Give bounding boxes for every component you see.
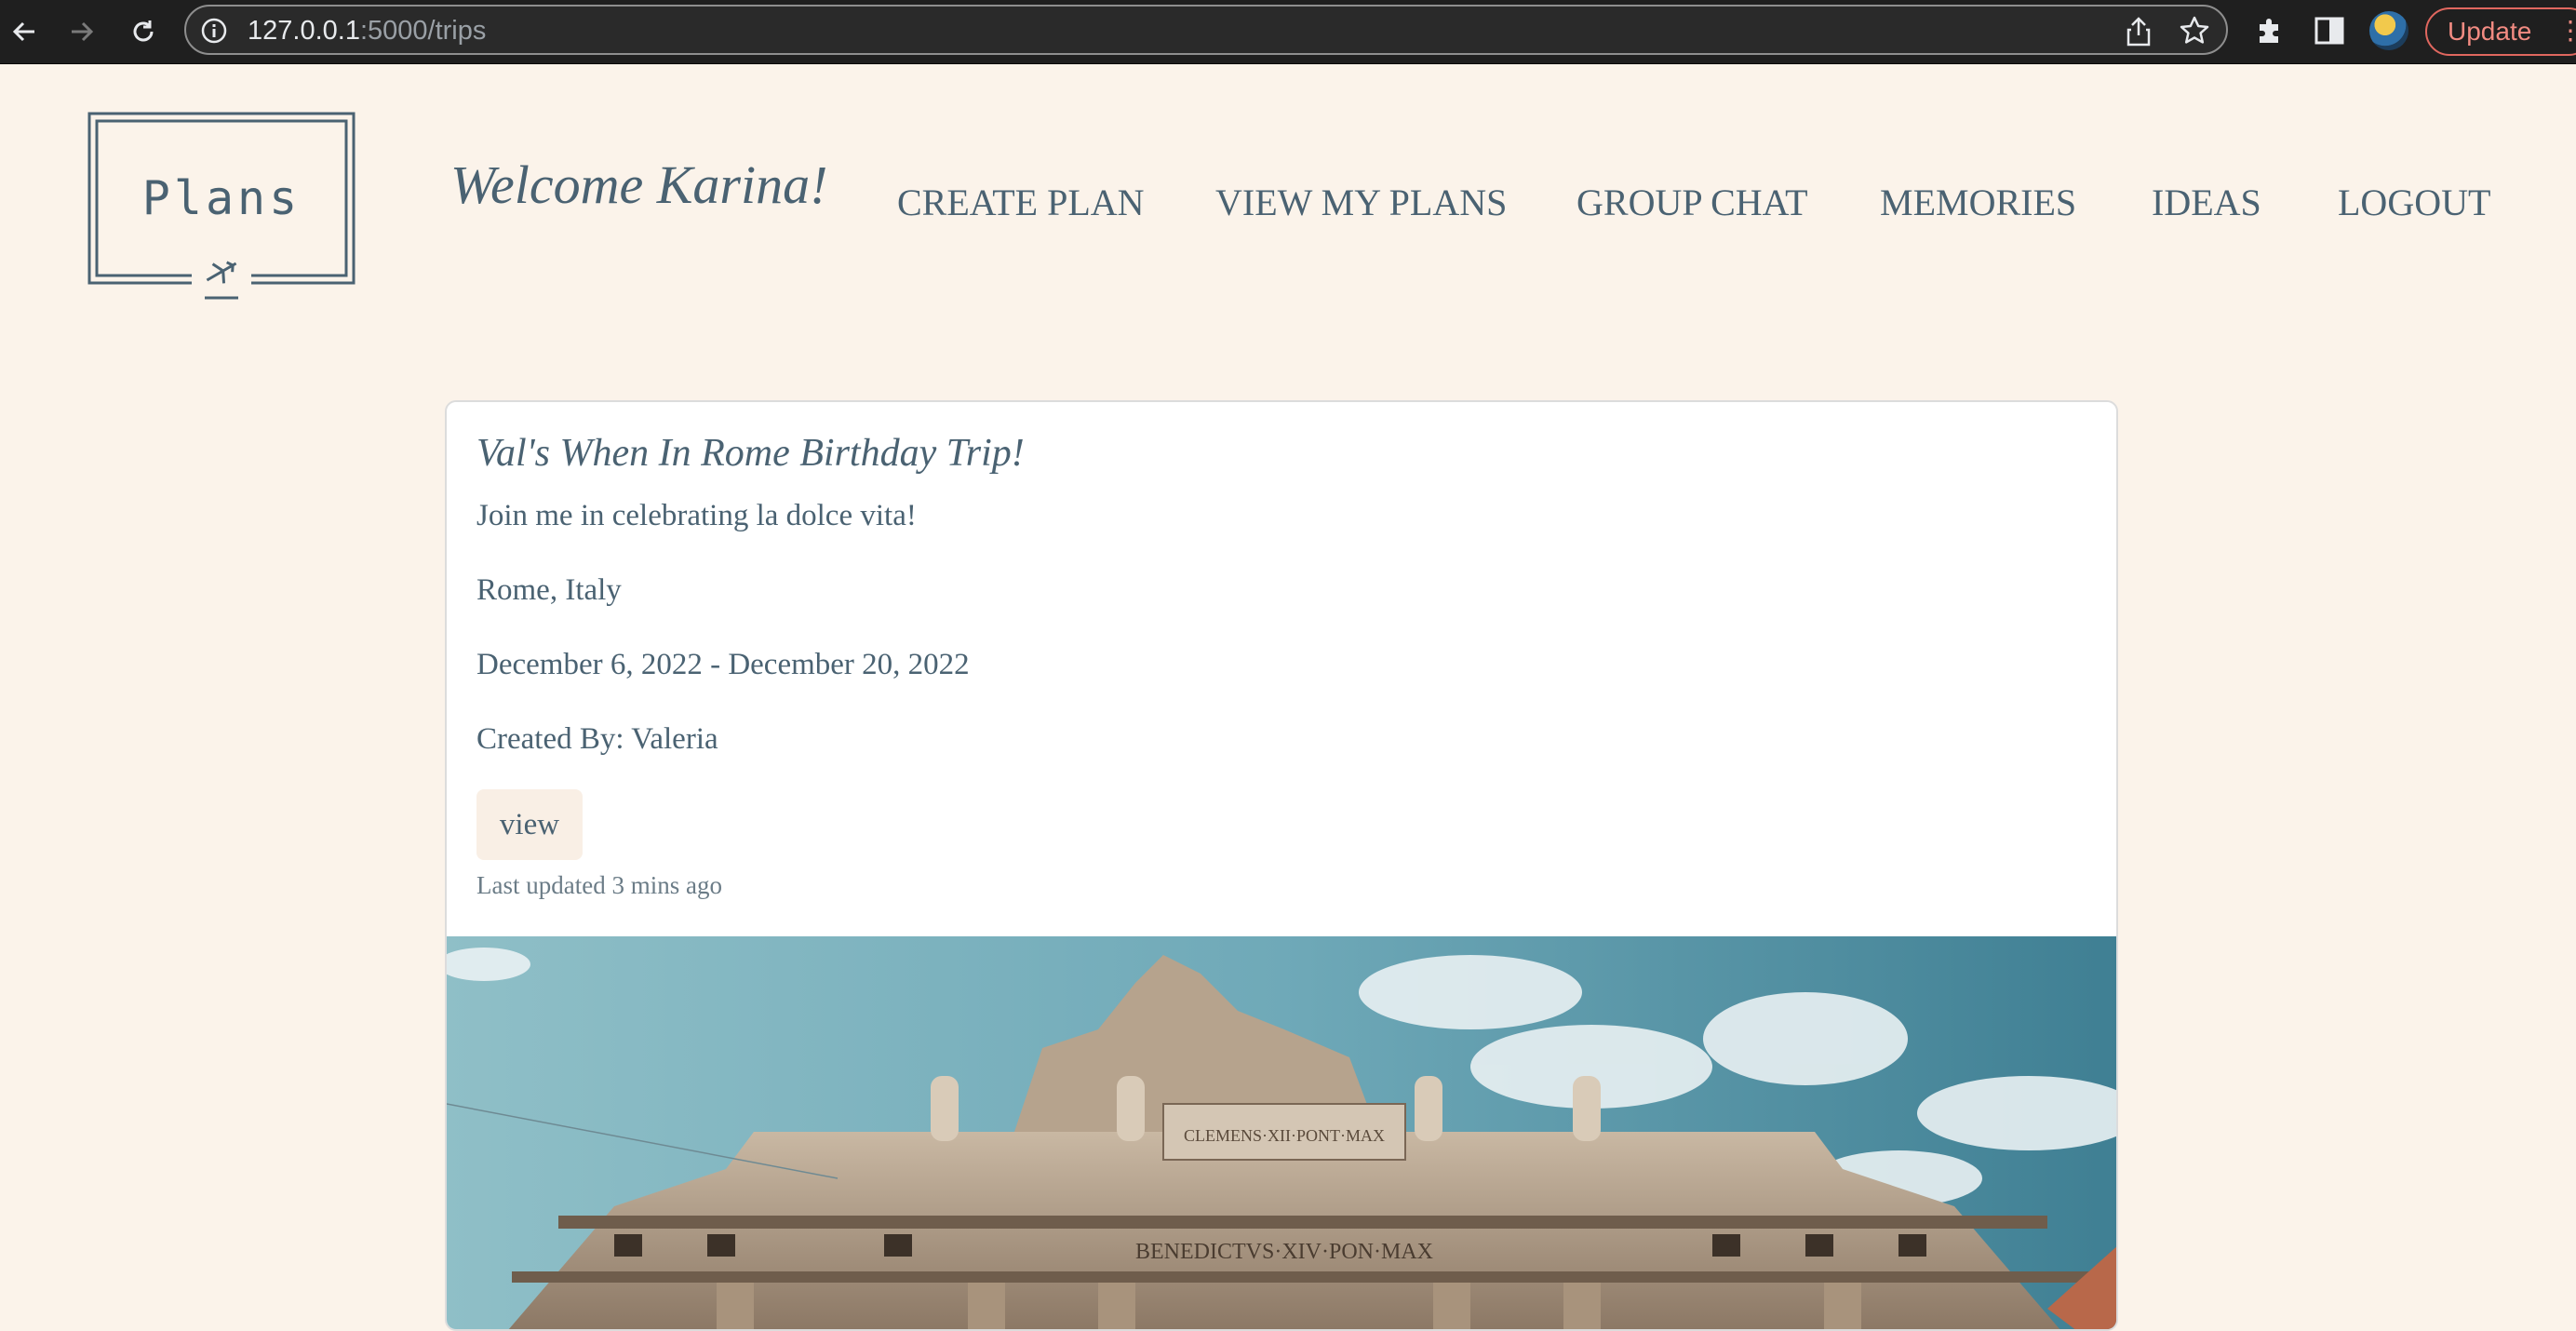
forward-icon[interactable] <box>60 9 104 54</box>
welcome-message: Welcome Karina! <box>450 155 828 215</box>
update-label: Update <box>2448 17 2532 46</box>
nav-memories[interactable]: MEMORIES <box>1880 184 2076 222</box>
trip-card: Val's When In Rome Birthday Trip! Join m… <box>445 400 2118 1331</box>
reload-icon[interactable] <box>121 9 166 54</box>
site-info-icon[interactable] <box>199 16 229 46</box>
nav-view-my-plans[interactable]: VIEW MY PLANS <box>1215 184 1507 222</box>
address-bar[interactable]: 127.0.0.1:5000/trips <box>184 5 2228 55</box>
more-menu-icon[interactable]: ⋮ <box>2557 17 2576 45</box>
logo-text: Plans <box>142 171 302 225</box>
bookmark-star-icon[interactable] <box>2178 14 2211 47</box>
nav-create-plan[interactable]: CREATE PLAN <box>897 184 1145 222</box>
trip-creator: Created By: Valeria <box>476 722 718 756</box>
trip-image-trevi-fountain: CLEMENS·XII·PONT·MAX BENEDICTVS·XIV·PON·… <box>447 936 2116 1329</box>
nav-logout[interactable]: LOGOUT <box>2338 184 2490 222</box>
inscription-top: CLEMENS·XII·PONT·MAX <box>1184 1126 1385 1145</box>
share-icon[interactable] <box>2122 15 2155 48</box>
trip-description: Join me in celebrating la dolce vita! <box>476 499 917 532</box>
url-path: :5000/trips <box>359 16 487 46</box>
url-host: 127.0.0.1 <box>248 16 360 46</box>
trip-title: Val's When In Rome Birthday Trip! <box>476 432 1025 475</box>
side-panel-icon[interactable] <box>2312 13 2347 48</box>
profile-avatar[interactable] <box>2369 11 2408 50</box>
inscription-frieze: BENEDICTVS·XIV·PON·MAX <box>1135 1240 1433 1264</box>
plans-logo[interactable]: Plans <box>87 112 356 300</box>
trip-dates: December 6, 2022 - December 20, 2022 <box>476 648 970 681</box>
trip-location: Rome, Italy <box>476 573 622 607</box>
last-updated: Last updated 3 mins ago <box>476 871 722 899</box>
url-text: 127.0.0.1:5000/trips <box>248 14 486 47</box>
browser-toolbar: 127.0.0.1:5000/trips Update ⋮ <box>0 0 2576 64</box>
update-button[interactable]: Update <box>2425 7 2576 56</box>
view-button[interactable]: view <box>476 789 583 860</box>
extensions-puzzle-icon[interactable] <box>2252 13 2288 48</box>
nav-group-chat[interactable]: GROUP CHAT <box>1576 184 1808 222</box>
nav-ideas[interactable]: IDEAS <box>2152 184 2261 222</box>
back-icon[interactable] <box>2 9 47 54</box>
